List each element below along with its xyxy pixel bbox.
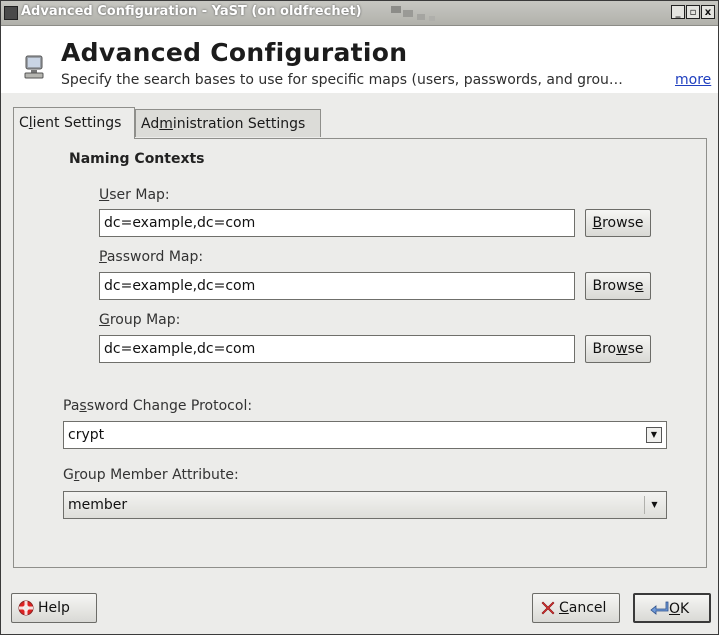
- minimize-button[interactable]: _: [671, 5, 685, 19]
- page-title: Advanced Configuration: [61, 38, 408, 67]
- title-bar[interactable]: Advanced Configuration - YaST (on oldfre…: [1, 1, 718, 26]
- enter-arrow-icon: [650, 601, 669, 615]
- group-member-attribute-combo[interactable]: member ▼: [63, 491, 667, 519]
- group-member-attribute-label: Group Member Attribute:: [63, 467, 239, 483]
- cancel-button[interactable]: Cancel: [532, 593, 620, 623]
- group-member-attribute-value: member: [68, 497, 128, 513]
- password-change-protocol-combo[interactable]: crypt ▼: [63, 421, 667, 449]
- page-description: Specify the search bases to use for spec…: [61, 72, 623, 88]
- password-change-protocol-label: Password Change Protocol:: [63, 398, 253, 414]
- password-map-label: Password Map:: [99, 249, 204, 265]
- window-controls: _ ▫ x: [671, 5, 715, 19]
- cancel-x-icon: [541, 601, 555, 615]
- password-change-protocol-value: crypt: [68, 427, 105, 443]
- user-map-browse-button[interactable]: Browse: [585, 209, 651, 237]
- close-button[interactable]: x: [701, 5, 715, 19]
- group-map-input[interactable]: dc=example,dc=com: [99, 335, 575, 363]
- help-button[interactable]: Help: [11, 593, 97, 623]
- tab-administration-settings[interactable]: Administration Settings: [135, 109, 321, 137]
- password-map-input[interactable]: dc=example,dc=com: [99, 272, 575, 300]
- group-map-browse-button[interactable]: Browse: [585, 335, 651, 363]
- window-menu-icon[interactable]: [4, 6, 18, 20]
- dropdown-arrow-icon[interactable]: ▼: [644, 496, 664, 514]
- user-map-input[interactable]: dc=example,dc=com: [99, 209, 575, 237]
- network-decoration-icon: [391, 6, 435, 21]
- password-map-browse-button[interactable]: Browse: [585, 272, 651, 300]
- lifebuoy-icon: [18, 600, 34, 616]
- maximize-button[interactable]: ▫: [686, 5, 700, 19]
- yast-window: Advanced Configuration - YaST (on oldfre…: [0, 0, 719, 635]
- naming-contexts-heading: Naming Contexts: [69, 151, 205, 167]
- ok-button[interactable]: OK: [633, 593, 711, 623]
- user-map-label: User Map:: [99, 187, 170, 203]
- more-link[interactable]: more: [675, 72, 711, 88]
- dropdown-arrow-icon[interactable]: ▼: [646, 427, 662, 443]
- tab-client-settings[interactable]: Client Settings: [13, 107, 135, 139]
- group-map-label: Group Map:: [99, 312, 181, 328]
- dialog-header: Advanced Configuration Specify the searc…: [1, 26, 718, 93]
- window-title: Advanced Configuration - YaST (on oldfre…: [21, 4, 362, 19]
- computer-icon: [24, 55, 44, 79]
